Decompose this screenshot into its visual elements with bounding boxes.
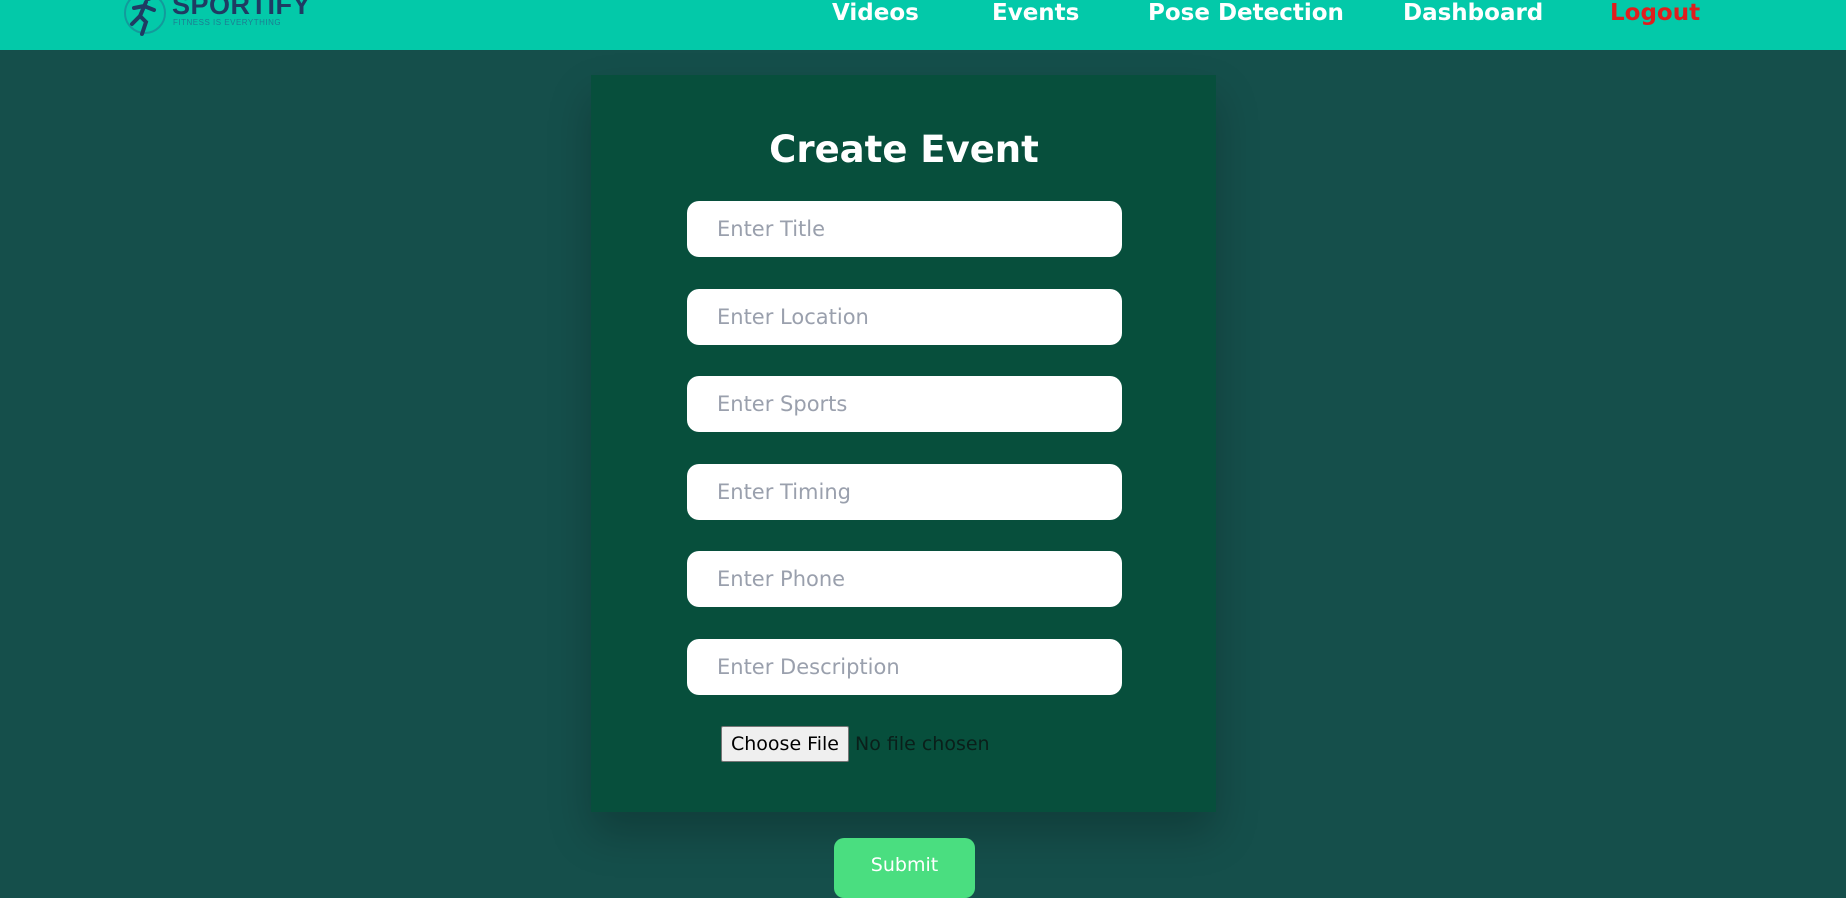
location-input[interactable] [687, 289, 1122, 345]
file-status-text: No file chosen [854, 733, 990, 755]
title-input[interactable] [687, 201, 1122, 257]
submit-button[interactable]: Submit [834, 838, 975, 898]
top-navbar: SPORTIFY FITNESS IS EVERYTHING Videos Ev… [0, 0, 1846, 50]
nav-dashboard-link[interactable]: Dashboard [1403, 0, 1543, 26]
brand-tagline: FITNESS IS EVERYTHING [173, 18, 282, 27]
nav-events-link[interactable]: Events [992, 0, 1079, 26]
create-event-heading: Create Event [769, 128, 1039, 171]
brand-name: SPORTIFY [172, 0, 312, 20]
phone-input[interactable] [687, 551, 1122, 607]
create-event-card [591, 75, 1216, 812]
brand-logo[interactable]: SPORTIFY FITNESS IS EVERYTHING [120, 0, 311, 36]
runner-icon [124, 0, 166, 36]
nav-logout-link[interactable]: Logout [1610, 0, 1700, 26]
file-picker: Choose File No file chosen [721, 726, 990, 762]
nav-pose-detection-link[interactable]: Pose Detection [1148, 0, 1344, 26]
description-input[interactable] [687, 639, 1122, 695]
nav-videos-link[interactable]: Videos [832, 0, 919, 26]
choose-file-button[interactable]: Choose File [721, 726, 849, 762]
sports-input[interactable] [687, 376, 1122, 432]
timing-input[interactable] [687, 464, 1122, 520]
